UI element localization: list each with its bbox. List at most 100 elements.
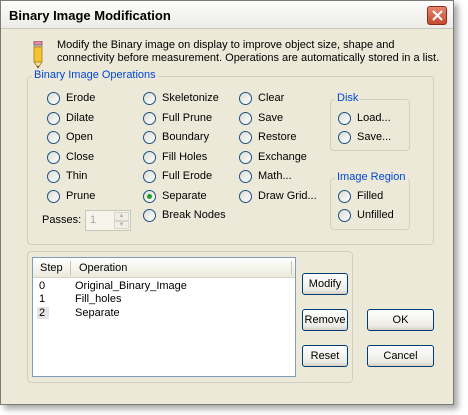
radio-indicator[interactable] (47, 130, 60, 144)
radio-dilate[interactable]: Dilate (47, 110, 94, 126)
radio-indicator[interactable] (47, 111, 60, 125)
close-button[interactable] (427, 6, 447, 25)
ok-button[interactable]: OK (367, 309, 434, 331)
radio-label: Open (66, 131, 93, 143)
radio-label: Math... (258, 170, 292, 182)
radio-label: Erode (66, 92, 96, 104)
table-row-selected[interactable]: 2 Separate (33, 307, 295, 320)
operations-group-label: Binary Image Operations (32, 69, 158, 81)
radio-close[interactable]: Close (47, 149, 94, 165)
column-divider[interactable] (291, 261, 292, 275)
radio-exchange[interactable]: Exchange (239, 149, 307, 165)
operation-list[interactable]: Step Operation 0 Original_Binary_Image 1… (32, 257, 296, 377)
radio-indicator[interactable] (143, 91, 156, 105)
radio-separate[interactable]: Separate (143, 188, 207, 204)
radio-indicator[interactable] (143, 130, 156, 144)
radio-indicator[interactable] (239, 169, 252, 183)
radio-indicator[interactable] (338, 130, 351, 144)
radio-full-prune[interactable]: Full Prune (143, 110, 212, 126)
description-text: Modify the Binary image on display to im… (57, 39, 440, 64)
radio-erode[interactable]: Erode (47, 90, 95, 106)
radio-indicator[interactable] (239, 111, 252, 125)
dialog-window: Binary Image Modification Modify the Bin… (0, 0, 454, 405)
radio-label: Draw Grid... (258, 190, 317, 202)
operation-cell: Separate (75, 307, 120, 319)
step-cell: 2 (37, 307, 50, 319)
modify-button[interactable]: Modify (302, 273, 348, 295)
radio-indicator[interactable] (143, 111, 156, 125)
radio-draw-grid[interactable]: Draw Grid... (239, 188, 317, 204)
remove-button[interactable]: Remove (302, 309, 348, 331)
radio-indicator[interactable] (239, 130, 252, 144)
radio-indicator-checked[interactable] (143, 189, 156, 203)
radio-label: Break Nodes (162, 209, 226, 221)
radio-break-nodes[interactable]: Break Nodes (143, 207, 226, 223)
passes-spinner-arrows: ▲ ▼ (114, 212, 129, 229)
radio-indicator[interactable] (239, 150, 252, 164)
radio-indicator[interactable] (143, 150, 156, 164)
radio-label: Prune (66, 190, 96, 202)
radio-indicator[interactable] (143, 208, 156, 222)
column-header-step[interactable]: Step (40, 262, 63, 274)
radio-thin[interactable]: Thin (47, 168, 87, 184)
pencil-icon (31, 40, 45, 72)
radio-indicator[interactable] (239, 189, 252, 203)
column-header-operation[interactable]: Operation (79, 262, 127, 274)
radio-indicator[interactable] (239, 91, 252, 105)
passes-label: Passes: (42, 214, 82, 226)
spin-up-icon[interactable]: ▲ (114, 212, 129, 221)
radio-indicator[interactable] (47, 169, 60, 183)
passes-value: 1 (90, 214, 97, 226)
radio-indicator[interactable] (143, 169, 156, 183)
radio-indicator[interactable] (47, 189, 60, 203)
column-divider[interactable] (70, 261, 71, 275)
radio-label: Boundary (162, 131, 210, 143)
radio-indicator[interactable] (338, 208, 351, 222)
operation-cell: Original_Binary_Image (75, 280, 187, 292)
radio-restore[interactable]: Restore (239, 129, 297, 145)
radio-prune[interactable]: Prune (47, 188, 95, 204)
radio-save[interactable]: Save (239, 110, 283, 126)
radio-label: Thin (66, 170, 88, 182)
radio-boundary[interactable]: Boundary (143, 129, 209, 145)
radio-region-unfilled[interactable]: Unfilled (338, 207, 394, 223)
radio-open[interactable]: Open (47, 129, 93, 145)
reset-button[interactable]: Reset (302, 345, 348, 367)
radio-label: Unfilled (357, 209, 394, 221)
radio-full-erode[interactable]: Full Erode (143, 168, 212, 184)
radio-label: Load... (357, 112, 391, 124)
radio-label: Full Prune (162, 112, 213, 124)
radio-label: Save (258, 112, 284, 124)
cancel-button[interactable]: Cancel (367, 345, 434, 367)
radio-clear[interactable]: Clear (239, 90, 284, 106)
spin-down-icon[interactable]: ▼ (114, 220, 129, 229)
radio-indicator[interactable] (338, 111, 351, 125)
radio-fill-holes[interactable]: Fill Holes (143, 149, 207, 165)
radio-label: Full Erode (162, 170, 213, 182)
table-row[interactable]: 0 Original_Binary_Image (33, 280, 295, 293)
list-header: Step Operation (33, 258, 295, 278)
radio-label: Exchange (258, 151, 307, 163)
table-row[interactable]: 1 Fill_holes (33, 293, 295, 306)
radio-label: Save... (357, 131, 392, 143)
disk-group-label: Disk (335, 92, 361, 104)
radio-label: Dilate (66, 112, 95, 124)
radio-label: Skeletonize (162, 92, 219, 104)
radio-label: Restore (258, 131, 297, 143)
title-bar[interactable]: Binary Image Modification (1, 1, 453, 29)
radio-label: Clear (258, 92, 285, 104)
radio-label: Filled (357, 190, 384, 202)
step-cell: 0 (39, 280, 46, 292)
radio-label: Separate (162, 190, 207, 202)
radio-disk-load[interactable]: Load... (338, 110, 391, 126)
radio-math[interactable]: Math... (239, 168, 292, 184)
radio-indicator[interactable] (47, 150, 60, 164)
radio-skeletonize[interactable]: Skeletonize (143, 90, 219, 106)
image-region-group-label: Image Region (335, 171, 408, 183)
radio-indicator[interactable] (47, 91, 60, 105)
operation-cell: Fill_holes (75, 293, 122, 305)
passes-spinner[interactable]: 1 ▲ ▼ (85, 210, 131, 231)
radio-disk-save[interactable]: Save... (338, 129, 391, 145)
radio-region-filled[interactable]: Filled (338, 188, 383, 204)
radio-indicator[interactable] (338, 189, 351, 203)
